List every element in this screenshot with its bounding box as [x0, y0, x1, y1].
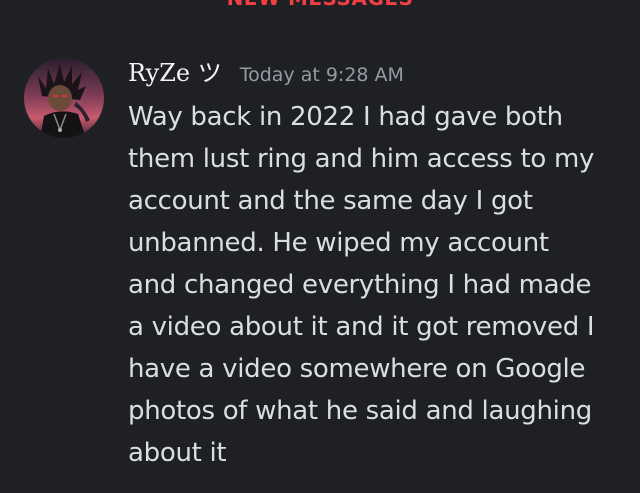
author-name[interactable]: RyZe ツ: [128, 56, 222, 90]
avatar-image: [24, 58, 104, 138]
message-header: RyZe ツ Today at 9:28 AM: [128, 56, 404, 90]
message-line: them lust ring and him access to my: [128, 144, 595, 174]
message-line: Way back in 2022 I had gave both: [128, 102, 563, 132]
new-messages-divider[interactable]: NEW MESSAGES: [0, 0, 640, 10]
message-line: about it: [128, 438, 227, 468]
message-line: a video about it and it got removed I: [128, 312, 595, 342]
message-line: account and the same day I got: [128, 186, 533, 216]
message-line: and changed everything I had made: [128, 270, 592, 300]
chat-view: NEW MESSAGES: [0, 0, 640, 493]
message-line: unbanned. He wiped my account: [128, 228, 549, 258]
user-avatar[interactable]: [24, 58, 104, 138]
message-line: have a video somewhere on Google: [128, 354, 586, 384]
message-content[interactable]: Way back in 2022 I had gave both them lu…: [128, 96, 628, 474]
message-timestamp[interactable]: Today at 9:28 AM: [240, 58, 404, 92]
message-line: photos of what he said and laughing: [128, 396, 592, 426]
